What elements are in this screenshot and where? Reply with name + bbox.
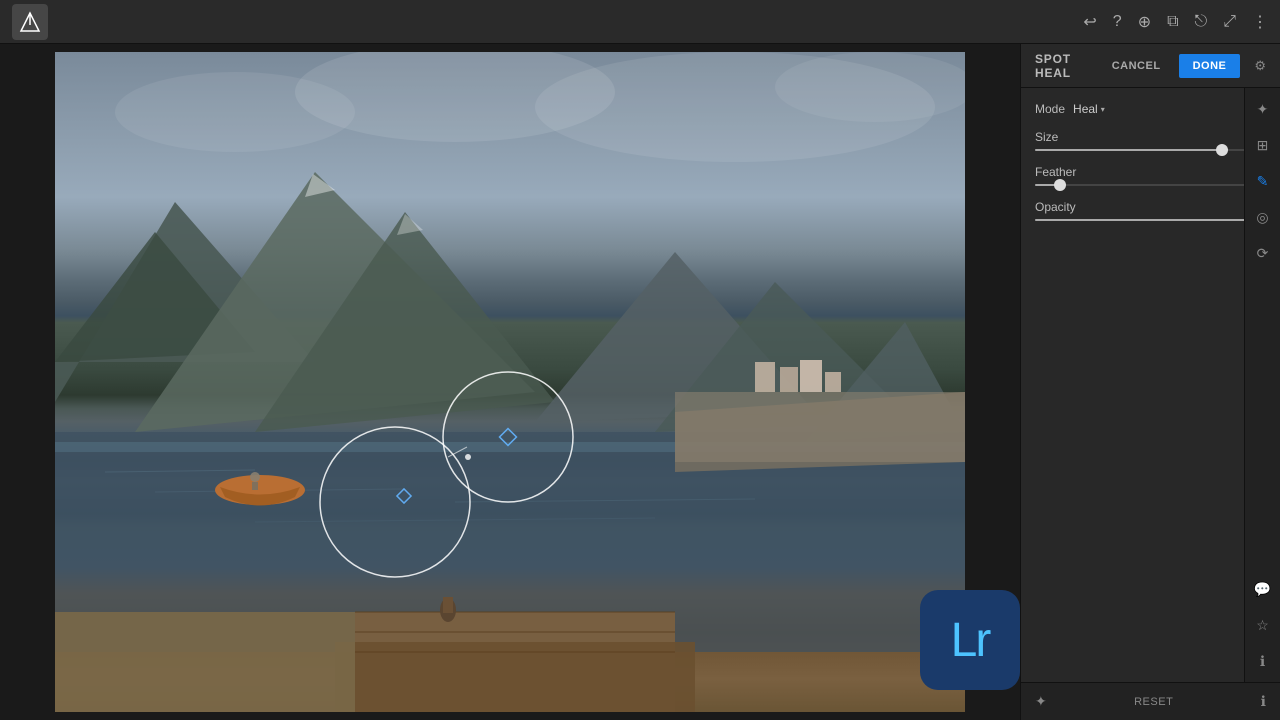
- controls-panel: Mode Heal ▾ Size 81: [1021, 88, 1280, 720]
- mode-dropdown[interactable]: Heal ▾: [1073, 102, 1105, 116]
- spot-heal-title: SPOT HEAL: [1035, 52, 1094, 80]
- reset-button[interactable]: RESET: [1128, 692, 1179, 712]
- info-icon[interactable]: ℹ: [1248, 646, 1278, 676]
- crop-icon[interactable]: ⊞: [1248, 130, 1278, 160]
- lr-badge: Lr: [920, 590, 1020, 690]
- auto-enhance-icon[interactable]: ✦: [1248, 94, 1278, 124]
- split-view-icon[interactable]: ⧉: [1167, 13, 1178, 31]
- mode-value-text: Heal: [1073, 102, 1098, 116]
- spot-heal-header: SPOT HEAL CANCEL DONE ⚙: [1021, 44, 1280, 88]
- more-icon[interactable]: ⋮: [1252, 12, 1268, 32]
- topbar: ↩ ? ⊕ ⧉ ⎋ ⤢ ⋮: [0, 0, 1280, 44]
- topbar-icons: ↩ ? ⊕ ⧉ ⎋ ⤢ ⋮: [1083, 12, 1268, 32]
- expand-icon[interactable]: ⤢: [1223, 13, 1236, 31]
- heal-tool-icon[interactable]: ✎: [1248, 166, 1278, 196]
- share-icon[interactable]: ⎋: [1195, 13, 1208, 31]
- size-slider-thumb[interactable]: [1216, 144, 1228, 156]
- mode-row: Mode Heal ▾: [1035, 102, 1266, 116]
- bottom-bar-left: ✦: [1035, 693, 1047, 710]
- image-area[interactable]: Lr: [0, 44, 1020, 720]
- lr-logo-text: Lr: [951, 613, 990, 668]
- cancel-button[interactable]: CANCEL: [1104, 56, 1169, 76]
- history-icon[interactable]: ⟳: [1248, 238, 1278, 268]
- heal-overlay: [55, 52, 965, 712]
- help-icon[interactable]: ?: [1113, 13, 1122, 31]
- bottom-bar: ✦ RESET ℹ: [1021, 682, 1280, 720]
- comment-icon[interactable]: 💬: [1248, 574, 1278, 604]
- app-logo: [12, 4, 48, 40]
- opacity-slider-fill: [1035, 219, 1266, 221]
- done-button[interactable]: DONE: [1179, 54, 1241, 78]
- size-slider-row: Size 81: [1035, 130, 1266, 151]
- opacity-slider-row: Opacity 100: [1035, 200, 1266, 221]
- filters-icon[interactable]: ◎: [1248, 202, 1278, 232]
- opacity-slider-header: Opacity 100: [1035, 200, 1266, 214]
- feather-slider-row: Feather 11: [1035, 165, 1266, 186]
- add-icon[interactable]: ⊕: [1138, 12, 1151, 32]
- opacity-slider-track[interactable]: [1035, 219, 1266, 221]
- right-panel: SPOT HEAL CANCEL DONE ⚙ Mode Heal ▾ Size: [1020, 44, 1280, 720]
- bottom-bar-right: ℹ: [1261, 693, 1266, 710]
- feather-slider-thumb[interactable]: [1054, 179, 1066, 191]
- bottom-info-icon[interactable]: ℹ: [1261, 693, 1266, 710]
- opacity-label: Opacity: [1035, 200, 1076, 214]
- main-area: Lr SPOT HEAL CANCEL DONE ⚙ Mode Heal ▾: [0, 44, 1280, 720]
- size-slider-track[interactable]: [1035, 149, 1266, 151]
- feather-slider-header: Feather 11: [1035, 165, 1266, 179]
- feather-label: Feather: [1035, 165, 1076, 179]
- feather-slider-track[interactable]: [1035, 184, 1266, 186]
- undo-icon[interactable]: ↩: [1083, 12, 1096, 32]
- settings-icon[interactable]: ⚙: [1254, 58, 1266, 74]
- mode-label: Mode: [1035, 102, 1065, 116]
- magic-tool-icon[interactable]: ✦: [1035, 693, 1047, 710]
- favorite-icon[interactable]: ☆: [1248, 610, 1278, 640]
- size-slider-header: Size 81: [1035, 130, 1266, 144]
- chevron-down-icon: ▾: [1101, 105, 1105, 114]
- size-slider-fill: [1035, 149, 1222, 151]
- size-label: Size: [1035, 130, 1058, 144]
- photo-container: [55, 52, 965, 712]
- photo: [55, 52, 965, 712]
- tool-sidebar: ✦ ⊞ ✎ ◎ ⟳ 💬 ☆ ℹ: [1244, 88, 1280, 682]
